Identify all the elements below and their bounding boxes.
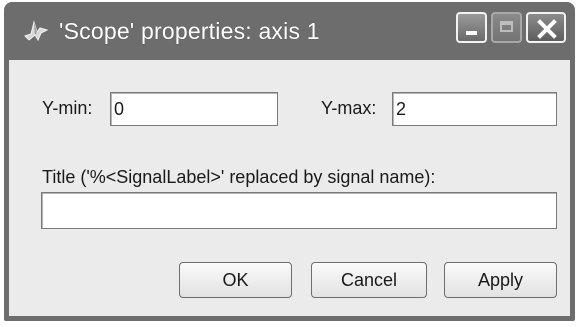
maximize-icon bbox=[500, 21, 513, 32]
window-title: 'Scope' properties: axis 1 bbox=[59, 17, 320, 44]
title-input[interactable] bbox=[41, 192, 557, 229]
ok-button[interactable]: OK bbox=[179, 262, 292, 298]
minimize-icon bbox=[466, 31, 477, 35]
minimize-button[interactable] bbox=[456, 12, 487, 43]
title-field-label: Title ('%<SignalLabel>' replaced by sign… bbox=[42, 167, 436, 187]
simulink-icon bbox=[23, 18, 49, 44]
ymax-label: Y-max: bbox=[321, 98, 377, 118]
title-bar[interactable]: 'Scope' properties: axis 1 bbox=[9, 2, 570, 60]
ymin-input[interactable] bbox=[110, 92, 278, 126]
apply-button[interactable]: Apply bbox=[444, 262, 557, 298]
ymin-label: Y-min: bbox=[42, 98, 93, 118]
close-button[interactable] bbox=[526, 12, 566, 43]
dialog-body: Y-min: Y-max: Title ('%<SignalLabel>' re… bbox=[9, 60, 570, 316]
cancel-button[interactable]: Cancel bbox=[311, 262, 427, 298]
ymax-input[interactable] bbox=[392, 92, 557, 126]
maximize-button bbox=[491, 12, 522, 43]
dialog-window: 'Scope' properties: axis 1 Y-min: Y-max:… bbox=[4, 2, 575, 321]
close-icon bbox=[537, 19, 557, 39]
